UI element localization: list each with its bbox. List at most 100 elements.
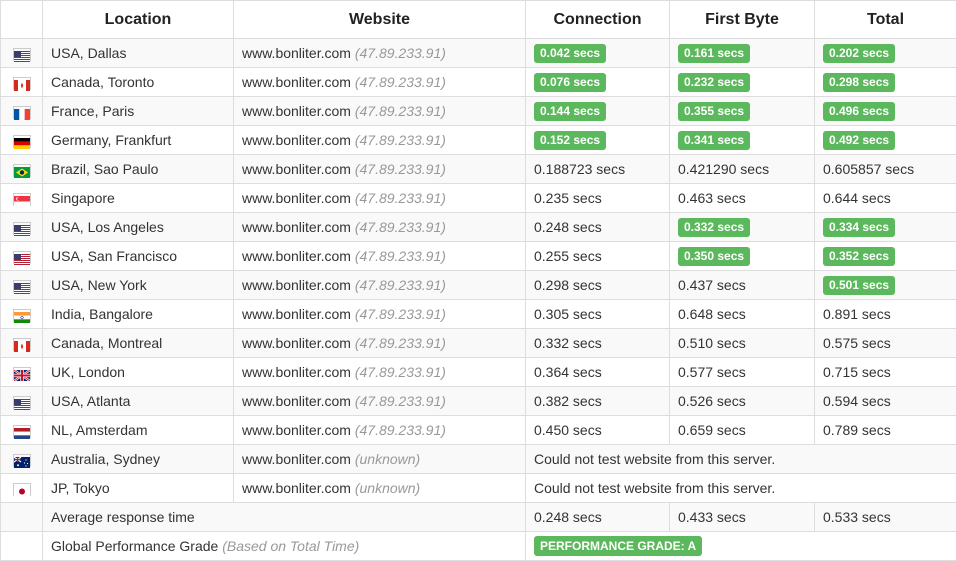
- connection-time-value: 0.332 secs: [534, 335, 602, 351]
- connection-time-cell: 0.188723 secs: [526, 155, 670, 184]
- flag-cell: [1, 445, 43, 474]
- location-cell: USA, Dallas: [43, 39, 234, 68]
- total-time-badge: 0.202 secs: [823, 44, 895, 63]
- location-cell: USA, San Francisco: [43, 242, 234, 271]
- total-time-cell: 0.789 secs: [815, 416, 956, 445]
- website-host: www.bonliter.com: [242, 74, 351, 90]
- table-row: JP, Tokyowww.bonliter.com (unknown)Could…: [1, 474, 956, 503]
- first-byte-time-value: 0.526 secs: [678, 393, 746, 409]
- first-byte-time-cell: 0.350 secs: [670, 242, 815, 271]
- flag-france-icon: [14, 107, 30, 118]
- first-byte-time-cell: 0.510 secs: [670, 329, 815, 358]
- connection-header: Connection: [526, 1, 670, 39]
- connection-time-value: 0.450 secs: [534, 422, 602, 438]
- flag-usa-icon: [14, 223, 30, 234]
- website-ip: (47.89.233.91): [355, 364, 446, 380]
- connection-time-cell: 0.332 secs: [526, 329, 670, 358]
- flag-cell: [1, 242, 43, 271]
- total-time-badge: 0.334 secs: [823, 218, 895, 237]
- connection-time-badge: 0.144 secs: [534, 102, 606, 121]
- website-ip: (47.89.233.91): [355, 248, 446, 264]
- website-ip: (unknown): [355, 480, 420, 496]
- flag-cell: [1, 155, 43, 184]
- website-ip: (unknown): [355, 451, 420, 467]
- website-host: www.bonliter.com: [242, 393, 351, 409]
- connection-time-cell: 0.144 secs: [526, 97, 670, 126]
- location-cell: USA, Los Angeles: [43, 213, 234, 242]
- connection-time-cell: 0.255 secs: [526, 242, 670, 271]
- website-host: www.bonliter.com: [242, 103, 351, 119]
- connection-time-cell: 0.152 secs: [526, 126, 670, 155]
- connection-time-value: 0.364 secs: [534, 364, 602, 380]
- first-byte-time-badge: 0.332 secs: [678, 218, 750, 237]
- website-host: www.bonliter.com: [242, 248, 351, 264]
- website-host: www.bonliter.com: [242, 277, 351, 293]
- website-host: www.bonliter.com: [242, 422, 351, 438]
- flag-usa-icon: [14, 281, 30, 292]
- flag-netherlands-icon: [14, 426, 30, 437]
- table-row: Brazil, Sao Paulowww.bonliter.com (47.89…: [1, 155, 956, 184]
- table-row: USA, Dallaswww.bonliter.com (47.89.233.9…: [1, 39, 956, 68]
- website-host: www.bonliter.com: [242, 335, 351, 351]
- grade-note: (Based on Total Time): [222, 538, 359, 554]
- website-ip: (47.89.233.91): [355, 393, 446, 409]
- total-time-cell: 0.492 secs: [815, 126, 956, 155]
- flag-cell: [1, 300, 43, 329]
- first-byte-time-value: 0.648 secs: [678, 306, 746, 322]
- flag-cell: [1, 68, 43, 97]
- table-row: France, Pariswww.bonliter.com (47.89.233…: [1, 97, 956, 126]
- total-time-cell: 0.501 secs: [815, 271, 956, 300]
- website-cell: www.bonliter.com (47.89.233.91): [234, 329, 526, 358]
- first-byte-time-cell: 0.577 secs: [670, 358, 815, 387]
- website-cell: www.bonliter.com (47.89.233.91): [234, 68, 526, 97]
- connection-time-value: 0.255 secs: [534, 248, 602, 264]
- table-row: Singaporewww.bonliter.com (47.89.233.91)…: [1, 184, 956, 213]
- average-first-byte: 0.433 secs: [670, 503, 815, 532]
- website-host: www.bonliter.com: [242, 480, 351, 496]
- website-cell: www.bonliter.com (47.89.233.91): [234, 97, 526, 126]
- location-cell: JP, Tokyo: [43, 474, 234, 503]
- website-ip: (47.89.233.91): [355, 161, 446, 177]
- total-time-value: 0.594 secs: [823, 393, 891, 409]
- results-table: Location Website Connection First Byte T…: [0, 0, 956, 561]
- flag-uk-icon: [14, 368, 30, 379]
- total-time-cell: 0.644 secs: [815, 184, 956, 213]
- table-row: India, Bangalorewww.bonliter.com (47.89.…: [1, 300, 956, 329]
- website-cell: www.bonliter.com (unknown): [234, 474, 526, 503]
- website-ip: (47.89.233.91): [355, 277, 446, 293]
- first-byte-time-cell: 0.161 secs: [670, 39, 815, 68]
- grade-label-cell: Global Performance Grade (Based on Total…: [43, 532, 526, 561]
- table-row: NL, Amsterdamwww.bonliter.com (47.89.233…: [1, 416, 956, 445]
- total-time-cell: 0.715 secs: [815, 358, 956, 387]
- flag-india-icon: [14, 310, 30, 321]
- first-byte-time-cell: 0.463 secs: [670, 184, 815, 213]
- first-byte-time-cell: 0.421290 secs: [670, 155, 815, 184]
- location-cell: NL, Amsterdam: [43, 416, 234, 445]
- total-time-cell: 0.496 secs: [815, 97, 956, 126]
- total-time-value: 0.644 secs: [823, 190, 891, 206]
- first-byte-time-badge: 0.355 secs: [678, 102, 750, 121]
- table-row: Canada, Torontowww.bonliter.com (47.89.2…: [1, 68, 956, 97]
- flag-canada-icon: [14, 339, 30, 350]
- website-cell: www.bonliter.com (47.89.233.91): [234, 416, 526, 445]
- connection-time-value: 0.248 secs: [534, 219, 602, 235]
- flag-cell: [1, 387, 43, 416]
- connection-time-value: 0.235 secs: [534, 190, 602, 206]
- website-host: www.bonliter.com: [242, 306, 351, 322]
- first-byte-time-cell: 0.648 secs: [670, 300, 815, 329]
- website-cell: www.bonliter.com (47.89.233.91): [234, 387, 526, 416]
- flag-cell: [1, 474, 43, 503]
- flag-cell: [1, 184, 43, 213]
- total-time-value: 0.891 secs: [823, 306, 891, 322]
- flag-cell: [1, 503, 43, 532]
- website-host: www.bonliter.com: [242, 161, 351, 177]
- first-byte-time-cell: 0.332 secs: [670, 213, 815, 242]
- flag-australia-icon: [14, 455, 30, 466]
- total-time-cell: 0.891 secs: [815, 300, 956, 329]
- first-byte-time-cell: 0.659 secs: [670, 416, 815, 445]
- table-row: Germany, Frankfurtwww.bonliter.com (47.8…: [1, 126, 956, 155]
- connection-time-value: 0.188723 secs: [534, 161, 625, 177]
- website-ip: (47.89.233.91): [355, 219, 446, 235]
- connection-time-badge: 0.076 secs: [534, 73, 606, 92]
- location-cell: Canada, Montreal: [43, 329, 234, 358]
